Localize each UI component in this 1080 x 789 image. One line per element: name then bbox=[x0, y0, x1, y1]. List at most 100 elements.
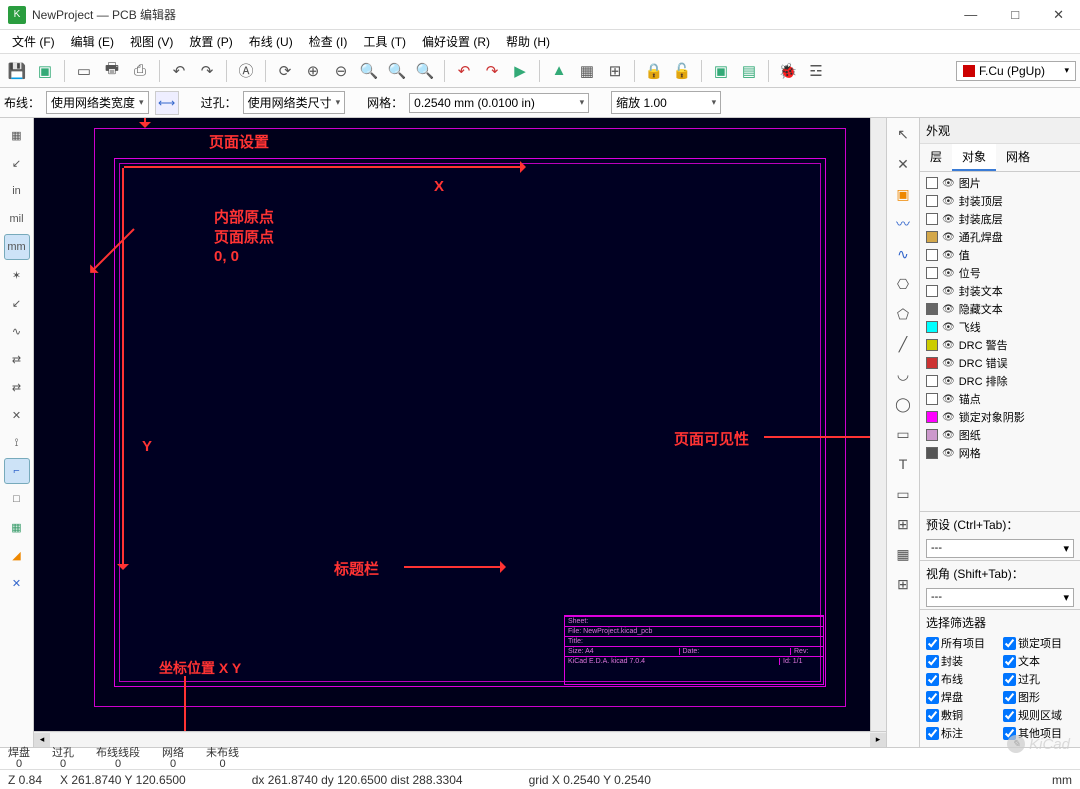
measure-icon[interactable]: ⊞ bbox=[891, 572, 915, 596]
appearance-item[interactable]: 👁位号 bbox=[920, 264, 1080, 282]
ratsnest-icon[interactable]: ↙ bbox=[4, 290, 30, 316]
tune-length-icon[interactable]: ⎔ bbox=[891, 272, 915, 296]
ungroup-icon[interactable]: ⊞ bbox=[602, 58, 628, 84]
track-width-combo[interactable]: 使用网络类宽度▾ bbox=[46, 91, 149, 114]
drc-icon[interactable]: 🐞 bbox=[775, 58, 801, 84]
filter-checkbox[interactable]: 过孔 bbox=[1003, 671, 1074, 687]
via-size-combo[interactable]: 使用网络类尺寸▾ bbox=[243, 91, 346, 114]
update-pcb-icon[interactable]: ▤ bbox=[736, 58, 762, 84]
route-diff-pair-icon[interactable]: ∿ bbox=[891, 242, 915, 266]
appearance-item[interactable]: 👁值 bbox=[920, 246, 1080, 264]
appearance-item[interactable]: 👁锚点 bbox=[920, 390, 1080, 408]
cursor-shape-icon[interactable]: ✶ bbox=[4, 262, 30, 288]
layer-selector[interactable]: F.Cu (PgUp) ▾ bbox=[956, 61, 1076, 81]
tab-layers[interactable]: 层 bbox=[920, 144, 952, 171]
net-color-icon[interactable]: ▦ bbox=[4, 514, 30, 540]
appearance-item[interactable]: 👁DRC 警告 bbox=[920, 336, 1080, 354]
filter-checkbox[interactable]: 焊盘 bbox=[926, 689, 997, 705]
zoom-selection-icon[interactable]: 🔍 bbox=[384, 58, 410, 84]
unlock-icon[interactable]: 🔓 bbox=[669, 58, 695, 84]
polar-coord-icon[interactable]: ↙ bbox=[4, 150, 30, 176]
mirror-h-icon[interactable]: ▲ bbox=[546, 58, 572, 84]
zoom-tool-icon[interactable]: 🔍 bbox=[412, 58, 438, 84]
add-rect-icon[interactable]: T bbox=[891, 452, 915, 476]
filter-checkbox[interactable]: 锁定项目 bbox=[1003, 635, 1074, 651]
add-line-icon[interactable]: ◡ bbox=[891, 362, 915, 386]
filter-checkbox[interactable]: 标注 bbox=[926, 725, 997, 741]
menu-edit[interactable]: 编辑 (E) bbox=[63, 31, 122, 52]
filter-checkbox[interactable]: 所有项目 bbox=[926, 635, 997, 651]
menu-tools[interactable]: 工具 (T) bbox=[355, 31, 414, 52]
zoom-out-icon[interactable]: ⊖ bbox=[328, 58, 354, 84]
tab-objects[interactable]: 对象 bbox=[952, 144, 996, 171]
appearance-item[interactable]: 👁图纸 bbox=[920, 426, 1080, 444]
route-track-icon[interactable]: 〰 bbox=[891, 212, 915, 236]
canvas[interactable]: Sheet: File: NewProject.kicad_pcb Title:… bbox=[34, 118, 886, 747]
rotate-cw-icon[interactable]: ↷ bbox=[479, 58, 505, 84]
contrast-icon[interactable]: □ bbox=[4, 486, 30, 512]
scripting-icon[interactable]: ☲ bbox=[803, 58, 829, 84]
find-icon[interactable]: Ⓐ bbox=[233, 58, 259, 84]
redo-icon[interactable]: ↷ bbox=[194, 58, 220, 84]
add-text-icon[interactable]: ▭ bbox=[891, 482, 915, 506]
menu-place[interactable]: 放置 (P) bbox=[181, 31, 240, 52]
menu-view[interactable]: 视图 (V) bbox=[122, 31, 181, 52]
select-tool-icon[interactable]: ↖ bbox=[891, 122, 915, 146]
lock-icon[interactable]: 🔒 bbox=[641, 58, 667, 84]
menu-preferences[interactable]: 偏好设置 (R) bbox=[414, 31, 498, 52]
grid-toggle-icon[interactable]: ▦ bbox=[4, 122, 30, 148]
appearance-item[interactable]: 👁DRC 排除 bbox=[920, 372, 1080, 390]
menu-help[interactable]: 帮助 (H) bbox=[498, 31, 558, 52]
appearance-item[interactable]: 👁封装文本 bbox=[920, 282, 1080, 300]
zoom-fit-icon[interactable]: 🔍 bbox=[356, 58, 382, 84]
units-mm-icon[interactable]: mm bbox=[4, 234, 30, 260]
highlight-net-icon[interactable]: ✕ bbox=[891, 152, 915, 176]
filter-checkbox[interactable]: 敷铜 bbox=[926, 707, 997, 723]
appearance-item[interactable]: 👁锁定对象阴影 bbox=[920, 408, 1080, 426]
add-arc-icon[interactable]: ◯ bbox=[891, 392, 915, 416]
appearance-item[interactable]: 👁网格 bbox=[920, 444, 1080, 462]
zone-display-icon[interactable]: ⟟ bbox=[4, 430, 30, 456]
appearance-item[interactable]: 👁图片 bbox=[920, 174, 1080, 192]
pad-display-icon[interactable]: ✕ bbox=[4, 402, 30, 428]
grid-combo[interactable]: 0.2540 mm (0.0100 in)▾ bbox=[409, 93, 589, 113]
curved-ratsnest-icon[interactable]: ∿ bbox=[4, 318, 30, 344]
appearance-item[interactable]: 👁封装顶层 bbox=[920, 192, 1080, 210]
units-mil-icon[interactable]: mil bbox=[4, 206, 30, 232]
appearance-item[interactable]: 👁通孔焊盘 bbox=[920, 228, 1080, 246]
close-button[interactable]: ✕ bbox=[1045, 3, 1072, 27]
menu-file[interactable]: 文件 (F) bbox=[4, 31, 63, 52]
menu-inspect[interactable]: 检查 (I) bbox=[301, 31, 356, 52]
horizontal-scrollbar[interactable]: ◂▸ bbox=[34, 731, 886, 747]
viewport-combo[interactable]: ---▾ bbox=[926, 588, 1074, 607]
add-zone-icon[interactable]: ╱ bbox=[891, 332, 915, 356]
appearance-item[interactable]: 👁隐藏文本 bbox=[920, 300, 1080, 318]
vertical-scrollbar[interactable] bbox=[870, 118, 886, 731]
print-icon[interactable]: 🖶 bbox=[99, 58, 125, 84]
appearance-item[interactable]: 👁封装底层 bbox=[920, 210, 1080, 228]
filter-checkbox[interactable]: 文本 bbox=[1003, 653, 1074, 669]
filter-checkbox[interactable]: 封装 bbox=[926, 653, 997, 669]
undo-icon[interactable]: ↶ bbox=[166, 58, 192, 84]
add-via-icon[interactable]: ⬠ bbox=[891, 302, 915, 326]
tab-nets[interactable]: 网格 bbox=[996, 144, 1040, 171]
via-display-icon[interactable]: ⇄ bbox=[4, 374, 30, 400]
layer-manager-icon[interactable]: ⌐ bbox=[4, 458, 30, 484]
refresh-icon[interactable]: ⟳ bbox=[272, 58, 298, 84]
add-dimension-icon[interactable]: ⊞ bbox=[891, 512, 915, 536]
minimize-button[interactable]: — bbox=[956, 3, 985, 27]
hv45-icon[interactable]: ✕ bbox=[4, 570, 30, 596]
filter-checkbox[interactable]: 图形 bbox=[1003, 689, 1074, 705]
group-icon[interactable]: ▦ bbox=[574, 58, 600, 84]
units-in-icon[interactable]: in bbox=[4, 178, 30, 204]
page-setup-icon[interactable]: ▭ bbox=[71, 58, 97, 84]
maximize-button[interactable]: □ bbox=[1003, 3, 1027, 27]
zoom-in-icon[interactable]: ⊕ bbox=[300, 58, 326, 84]
appearance-item[interactable]: 👁DRC 错误 bbox=[920, 354, 1080, 372]
board-setup-icon[interactable]: ▣ bbox=[32, 58, 58, 84]
appearance-item[interactable]: 👁飞线 bbox=[920, 318, 1080, 336]
rotate-ccw-icon[interactable]: ↶ bbox=[451, 58, 477, 84]
auto-track-width-icon[interactable]: ⟷ bbox=[155, 91, 179, 115]
save-icon[interactable]: 💾 bbox=[4, 58, 30, 84]
menu-route[interactable]: 布线 (U) bbox=[241, 31, 301, 52]
